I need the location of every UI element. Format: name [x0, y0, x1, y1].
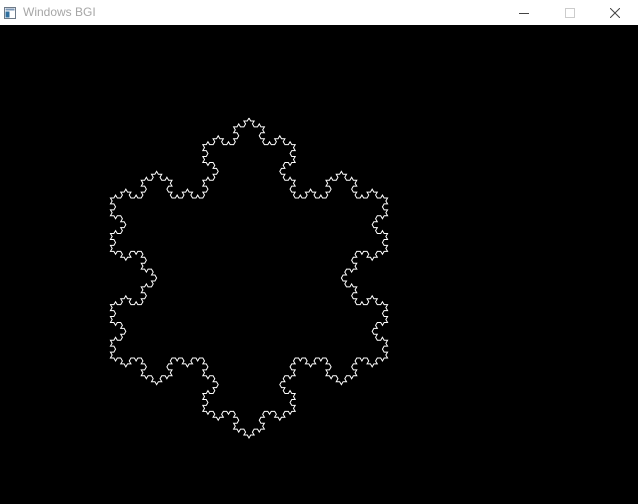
fractal-drawing	[109, 117, 389, 439]
close-icon	[610, 7, 620, 18]
minimize-button[interactable]	[501, 0, 547, 25]
minimize-icon	[519, 12, 529, 14]
koch-snowflake-outline	[109, 117, 389, 439]
maximize-icon	[565, 7, 575, 18]
maximize-button[interactable]	[547, 0, 593, 25]
bgi-window: Windows BGI	[0, 0, 638, 504]
drawing-canvas[interactable]	[0, 25, 638, 504]
title-bar[interactable]: Windows BGI	[0, 0, 638, 25]
app-window-icon[interactable]	[4, 6, 16, 19]
close-button[interactable]	[592, 0, 638, 25]
window-title: Windows BGI	[23, 5, 96, 19]
